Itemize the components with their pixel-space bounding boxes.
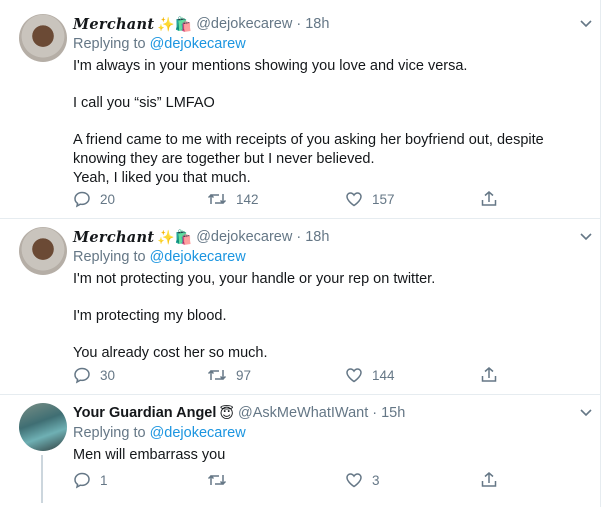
avatar[interactable] [19, 14, 67, 62]
display-name[interactable]: Merchant [73, 229, 154, 246]
retweet-button[interactable]: 142 [207, 190, 259, 208]
display-name[interactable]: Your Guardian Angel [73, 405, 216, 421]
retweet-icon [207, 193, 227, 205]
reply-icon [74, 367, 90, 384]
name-emoji: ✨🛍️ [157, 228, 193, 245]
tweet-timestamp[interactable]: 15h [381, 405, 405, 421]
tweet-header: Merchant ✨🛍️ @dejokecarew · 18h [73, 227, 591, 247]
replying-to: Replying to @dejokecarew [73, 425, 591, 445]
reply-icon [74, 472, 90, 489]
tweet-text: I'm not protecting you, your handle or y… [73, 270, 591, 363]
avatar[interactable] [19, 227, 67, 275]
replying-to-label: Replying to [73, 425, 146, 441]
like-count: 144 [372, 367, 395, 383]
replying-to-label: Replying to [73, 249, 146, 265]
like-button[interactable]: 157 [345, 190, 395, 208]
separator-dot: · [296, 16, 302, 32]
reply-icon [74, 191, 90, 208]
reply-button[interactable]: 1 [73, 471, 108, 489]
separator-dot: · [296, 229, 302, 245]
replying-to-label: Replying to [73, 36, 146, 52]
like-button[interactable]: 144 [345, 366, 395, 384]
tweet-1[interactable]: Merchant ✨🛍️ @dejokecarew · 18h Replying… [0, 0, 601, 219]
tweet-text-line: I'm not protecting you, your handle or y… [73, 271, 436, 287]
tweet-text-line: I'm protecting my blood. [73, 308, 227, 324]
mention-link[interactable]: @dejokecarew [150, 249, 246, 265]
share-button[interactable] [480, 190, 498, 208]
like-count: 157 [372, 191, 395, 207]
tweet-text: Men will embarrass you [73, 446, 591, 465]
like-count: 3 [372, 472, 380, 488]
tweet-timestamp[interactable]: 18h [305, 229, 329, 245]
share-icon [481, 191, 497, 206]
retweet-count: 97 [236, 367, 252, 383]
reply-button[interactable]: 20 [73, 190, 115, 208]
mention-link[interactable]: @dejokecarew [150, 36, 246, 52]
retweet-icon [207, 369, 227, 381]
share-button[interactable] [480, 366, 498, 384]
tweet-text-line: I'm always in your mentions showing you … [73, 58, 468, 74]
tweet-actions: 30 97 144 [73, 366, 513, 386]
avatar[interactable] [19, 403, 67, 451]
tweet-3[interactable]: Your Guardian Angel 😇 @AskMeWhatIWant · … [0, 395, 601, 507]
mention-link[interactable]: @dejokecarew [150, 425, 246, 441]
tweet-timeline: Merchant ✨🛍️ @dejokecarew · 18h Replying… [0, 0, 601, 507]
retweet-count: 142 [236, 191, 259, 207]
tweet-2[interactable]: Merchant ✨🛍️ @dejokecarew · 18h Replying… [0, 219, 601, 395]
replying-to: Replying to @dejokecarew [73, 249, 591, 269]
tweet-text-line: Men will embarrass you [73, 447, 226, 463]
like-button[interactable]: 3 [345, 471, 380, 489]
retweet-button[interactable]: 97 [207, 366, 251, 384]
share-icon [481, 367, 497, 382]
user-handle[interactable]: @AskMeWhatIWant [238, 405, 368, 421]
tweet-text-line: Yeah, I liked you that much. [73, 170, 251, 186]
reply-button[interactable]: 30 [73, 366, 115, 384]
reply-count: 30 [100, 367, 116, 383]
heart-icon [346, 473, 362, 488]
retweet-icon [207, 474, 227, 486]
chevron-down-icon[interactable] [579, 16, 593, 30]
tweet-text-line: A friend came to me with receipts of you… [73, 132, 544, 167]
display-name[interactable]: Merchant [73, 16, 154, 33]
retweet-button[interactable] [207, 471, 236, 489]
separator-dot: · [372, 405, 378, 421]
heart-icon [346, 192, 362, 207]
replying-to: Replying to @dejokecarew [73, 36, 591, 56]
chevron-down-icon[interactable] [579, 405, 593, 419]
chevron-down-icon[interactable] [579, 229, 593, 243]
share-button[interactable] [480, 471, 498, 489]
share-icon [481, 472, 497, 487]
user-handle[interactable]: @dejokecarew [196, 16, 292, 32]
tweet-actions: 1 3 [73, 471, 513, 491]
name-emoji: 😇 [219, 404, 235, 421]
tweet-header: Merchant ✨🛍️ @dejokecarew · 18h [73, 14, 591, 34]
tweet-text-line: You already cost her so much. [73, 345, 268, 361]
reply-count: 1 [100, 472, 108, 488]
thread-line [41, 455, 43, 503]
tweet-text-line: I call you “sis” LMFAO [73, 95, 215, 111]
user-handle[interactable]: @dejokecarew [196, 229, 292, 245]
name-emoji: ✨🛍️ [157, 15, 193, 32]
tweet-header: Your Guardian Angel 😇 @AskMeWhatIWant · … [73, 403, 591, 423]
reply-count: 20 [100, 191, 116, 207]
tweet-timestamp[interactable]: 18h [305, 16, 329, 32]
tweet-actions: 20 142 157 [73, 190, 513, 210]
heart-icon [346, 368, 362, 383]
tweet-text: I'm always in your mentions showing you … [73, 57, 591, 188]
